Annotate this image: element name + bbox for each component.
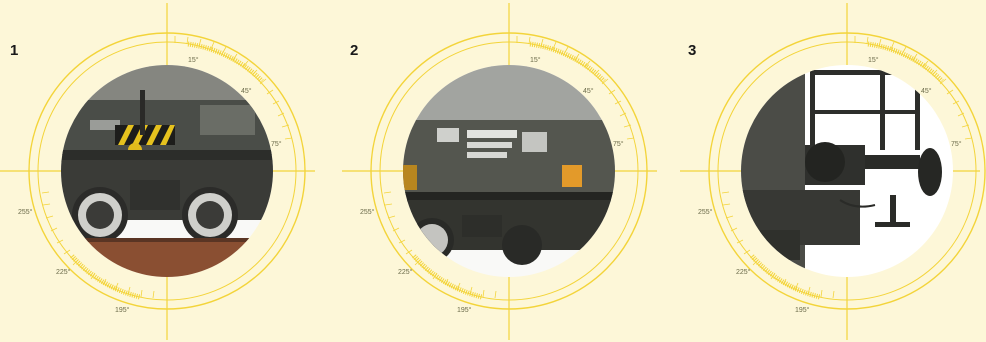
label-225deg: 225° bbox=[56, 268, 71, 276]
label-195deg: 195° bbox=[457, 306, 472, 314]
label-15deg: 15° bbox=[188, 56, 199, 64]
label-195deg: 195° bbox=[795, 306, 810, 314]
label-15deg: 15° bbox=[868, 56, 879, 64]
panel-3: 3 15° 45° 75° 255° 225° 195° bbox=[680, 0, 986, 342]
panel-2: 2 15° 45° 75° 255° 225° 195° bbox=[342, 0, 662, 342]
angle-dial: 15° 45° 75° 255° 225° 195° bbox=[342, 3, 657, 340]
label-75deg: 75° bbox=[613, 140, 624, 148]
angle-dial: 15° 45° 75° 255° 225° 195° bbox=[0, 3, 315, 340]
label-45deg: 45° bbox=[583, 87, 594, 95]
wagon-photo bbox=[741, 65, 953, 277]
label-75deg: 75° bbox=[951, 140, 962, 148]
label-15deg: 15° bbox=[530, 56, 541, 64]
angle-views-figure: 1 15° 45° 75° 255° 225° 195° 2 15° 45° 7… bbox=[0, 0, 986, 342]
label-255deg: 255° bbox=[18, 208, 33, 216]
label-195deg: 195° bbox=[115, 306, 130, 314]
label-255deg: 255° bbox=[360, 208, 375, 216]
label-255deg: 255° bbox=[698, 208, 713, 216]
label-225deg: 225° bbox=[398, 268, 413, 276]
angle-dial: 15° 45° 75° 255° 225° 195° bbox=[680, 3, 986, 340]
panel-1: 1 15° 45° 75° 255° 225° 195° bbox=[0, 0, 320, 342]
label-225deg: 225° bbox=[736, 268, 751, 276]
label-45deg: 45° bbox=[241, 87, 252, 95]
wagon-photo bbox=[403, 65, 615, 277]
label-75deg: 75° bbox=[271, 140, 282, 148]
wagon-photo bbox=[61, 65, 273, 277]
label-45deg: 45° bbox=[921, 87, 932, 95]
